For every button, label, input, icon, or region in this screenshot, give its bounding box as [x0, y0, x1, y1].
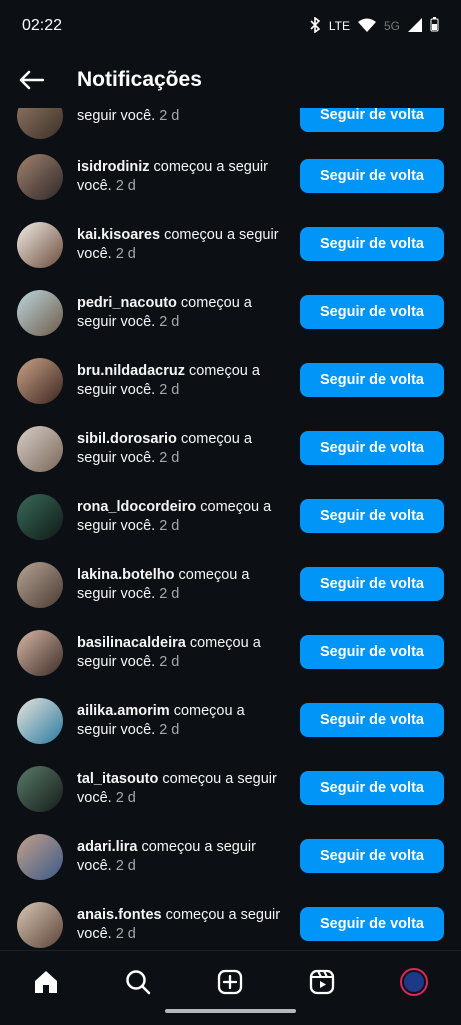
notification-time: 2 d	[159, 722, 180, 738]
avatar[interactable]	[17, 108, 63, 139]
status-icons: LTE 5G	[309, 15, 439, 36]
notification-row: anais.fontes começou a seguir você. 2 d …	[0, 891, 461, 950]
avatar[interactable]	[17, 834, 63, 880]
follow-back-button[interactable]: Seguir de volta	[300, 108, 444, 132]
avatar[interactable]	[17, 494, 63, 540]
avatar[interactable]	[17, 358, 63, 404]
username[interactable]: adari.lira	[77, 839, 137, 855]
signal-icon	[408, 17, 422, 35]
notification-row: rona_ldocordeiro começou a seguir você. …	[0, 483, 461, 551]
status-bar: 02:22 LTE 5G	[0, 0, 461, 52]
username[interactable]: kai.kisoares	[77, 227, 160, 243]
notification-row: adari.lira começou a seguir você. 2 d Se…	[0, 823, 461, 891]
battery-icon	[430, 17, 439, 35]
username[interactable]: isidrodiniz	[77, 159, 150, 175]
wifi-icon	[357, 18, 376, 35]
follow-back-button[interactable]: Seguir de volta	[300, 771, 444, 805]
profile-icon[interactable]	[393, 961, 435, 1003]
notification-time: 2 d	[115, 790, 136, 806]
header: Notificações	[0, 52, 461, 108]
notification-text: sibil.dorosario começou a seguir você. 2…	[77, 430, 288, 468]
notification-time: 2 d	[159, 654, 180, 670]
notification-row: lakina.botelho começou a seguir você. 2 …	[0, 551, 461, 619]
notification-text: pedri_nacouto começou a seguir você. 2 d	[77, 294, 288, 332]
notification-time: 2 d	[115, 246, 136, 262]
notification-text: adari.lira começou a seguir você. 2 d	[77, 838, 288, 876]
follow-back-button[interactable]: Seguir de volta	[300, 295, 444, 329]
network-5g-label: 5G	[383, 19, 400, 33]
username[interactable]: lakina.botelho	[77, 567, 175, 583]
home-icon[interactable]	[25, 961, 67, 1003]
follow-back-button[interactable]: Seguir de volta	[300, 363, 444, 397]
notification-text: lakina.botelho começou a seguir você. 2 …	[77, 566, 288, 604]
notification-time: 2 d	[159, 382, 180, 398]
status-time: 02:22	[22, 17, 63, 34]
notification-row: pedri_nacouto começou a seguir você. 2 d…	[0, 279, 461, 347]
username[interactable]: tal_itasouto	[77, 771, 158, 787]
avatar[interactable]	[17, 290, 63, 336]
notification-text: kai.kisoares começou a seguir você. 2 d	[77, 226, 288, 264]
notification-row: kai.kisoares começou a seguir você. 2 d …	[0, 211, 461, 279]
notification-text: ailika.amorim começou a seguir você. 2 d	[77, 702, 288, 740]
notification-time: 2 d	[159, 314, 180, 330]
username[interactable]: ailika.amorim	[77, 703, 170, 719]
avatar[interactable]	[17, 630, 63, 676]
follow-back-button[interactable]: Seguir de volta	[300, 635, 444, 669]
back-arrow-icon[interactable]	[16, 65, 46, 95]
notification-message: seguir você.	[77, 108, 156, 124]
notification-text: basilinacaldeira começou a seguir você. …	[77, 634, 288, 672]
notification-text: bru.nildadacruz começou a seguir você. 2…	[77, 362, 288, 400]
notification-row: basilinacaldeira começou a seguir você. …	[0, 619, 461, 687]
follow-back-button[interactable]: Seguir de volta	[300, 431, 444, 465]
follow-back-button[interactable]: Seguir de volta	[300, 567, 444, 601]
follow-back-button[interactable]: Seguir de volta	[300, 907, 444, 941]
notification-row: tal_itasouto começou a seguir você. 2 d …	[0, 755, 461, 823]
notification-text: rona_ldocordeiro começou a seguir você. …	[77, 498, 288, 536]
follow-back-button[interactable]: Seguir de volta	[300, 499, 444, 533]
username[interactable]: rona_ldocordeiro	[77, 499, 196, 515]
notification-time: 2 d	[159, 586, 180, 602]
avatar[interactable]	[17, 426, 63, 472]
notification-row: ailika.amorim começou a seguir você. 2 d…	[0, 687, 461, 755]
avatar[interactable]	[17, 154, 63, 200]
page-title: Notificações	[77, 68, 202, 91]
username[interactable]: basilinacaldeira	[77, 635, 186, 651]
notification-time: 2 d	[159, 450, 180, 466]
notification-time: 2 d	[115, 926, 136, 942]
avatar[interactable]	[17, 698, 63, 744]
notification-row: bru.nildadacruz começou a seguir você. 2…	[0, 347, 461, 415]
username[interactable]: sibil.dorosario	[77, 431, 177, 447]
create-icon[interactable]	[209, 961, 251, 1003]
volte-lte-label: LTE	[328, 19, 350, 33]
notification-text: tal_itasouto começou a seguir você. 2 d	[77, 770, 288, 808]
follow-back-button[interactable]: Seguir de volta	[300, 839, 444, 873]
avatar[interactable]	[17, 562, 63, 608]
search-icon[interactable]	[117, 961, 159, 1003]
follow-back-button[interactable]: Seguir de volta	[300, 227, 444, 261]
username[interactable]: anais.fontes	[77, 907, 162, 923]
notification-row: isidrodiniz começou a seguir você. 2 d S…	[0, 143, 461, 211]
notification-text: anais.fontes começou a seguir você. 2 d	[77, 906, 288, 944]
notification-text: seguir você. 2 d	[77, 108, 288, 126]
notification-text: isidrodiniz começou a seguir você. 2 d	[77, 158, 288, 196]
notification-time: 2 d	[159, 518, 180, 534]
follow-back-button[interactable]: Seguir de volta	[300, 703, 444, 737]
bluetooth-icon	[309, 15, 321, 36]
notification-time: 2 d	[159, 108, 180, 124]
notification-time: 2 d	[115, 858, 136, 874]
avatar[interactable]	[17, 766, 63, 812]
notification-row: sibil.dorosario começou a seguir você. 2…	[0, 415, 461, 483]
follow-back-button[interactable]: Seguir de volta	[300, 159, 444, 193]
username[interactable]: pedri_nacouto	[77, 295, 177, 311]
reels-icon[interactable]	[301, 961, 343, 1003]
notification-time: 2 d	[115, 178, 136, 194]
avatar[interactable]	[17, 902, 63, 948]
gesture-handle	[165, 1009, 296, 1013]
avatar[interactable]	[17, 222, 63, 268]
notifications-list[interactable]: seguir você. 2 d Seguir de volta isidrod…	[0, 108, 461, 950]
username[interactable]: bru.nildadacruz	[77, 363, 185, 379]
bottom-nav	[0, 950, 461, 1025]
